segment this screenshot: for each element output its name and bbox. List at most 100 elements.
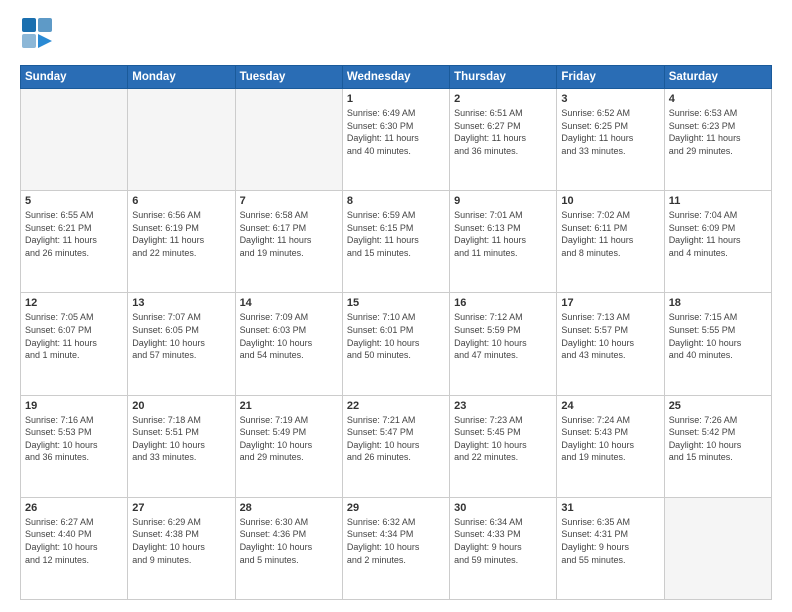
day-info: Sunrise: 7:12 AM Sunset: 5:59 PM Dayligh… xyxy=(454,311,552,361)
day-number: 4 xyxy=(669,93,767,105)
header xyxy=(20,16,772,55)
calendar-cell: 2Sunrise: 6:51 AM Sunset: 6:27 PM Daylig… xyxy=(450,89,557,191)
day-info: Sunrise: 7:15 AM Sunset: 5:55 PM Dayligh… xyxy=(669,311,767,361)
calendar-table: SundayMondayTuesdayWednesdayThursdayFrid… xyxy=(20,65,772,600)
calendar-cell: 3 Sunrise: 6:52 AM Sunset: 6:25 PM Daylig… xyxy=(557,89,664,191)
day-header-sunday: Sunday xyxy=(21,66,128,89)
day-header-thursday: Thursday xyxy=(450,66,557,89)
calendar-cell: 13 Sunrise: 7:07 AM Sunset: 6:05 PM Dayli… xyxy=(128,293,235,395)
calendar-cell: 23 Sunrise: 7:23 AM Sunset: 5:45 PM Dayli… xyxy=(450,395,557,497)
day-info: Sunrise: 6:32 AM Sunset: 4:34 PM Dayligh… xyxy=(347,516,445,566)
logo xyxy=(20,16,58,55)
calendar-week-5: 26 Sunrise: 6:27 AM Sunset: 4:40 PM Dayli… xyxy=(21,497,772,599)
day-number: 29 xyxy=(347,502,445,514)
calendar-cell xyxy=(235,89,342,191)
calendar-header-row: SundayMondayTuesdayWednesdayThursdayFrid… xyxy=(21,66,772,89)
calendar-week-1: 1 Sunrise: 6:49 AM Sunset: 6:30 PM Daylig… xyxy=(21,89,772,191)
calendar-cell xyxy=(128,89,235,191)
day-info: Sunrise: 7:26 AM Sunset: 5:42 PM Dayligh… xyxy=(669,414,767,464)
calendar-cell: 16 Sunrise: 7:12 AM Sunset: 5:59 PM Dayli… xyxy=(450,293,557,395)
day-number: 10 xyxy=(561,195,659,207)
day-header-tuesday: Tuesday xyxy=(235,66,342,89)
day-info: Sunrise: 7:09 AM Sunset: 6:03 PM Dayligh… xyxy=(240,311,338,361)
calendar-cell: 30 Sunrise: 6:34 AM Sunset: 4:33 PM Dayli… xyxy=(450,497,557,599)
day-number: 26 xyxy=(25,502,123,514)
day-number: 30 xyxy=(454,502,552,514)
day-header-wednesday: Wednesday xyxy=(342,66,449,89)
calendar-cell: 11 Sunrise: 7:04 AM Sunset: 6:09 PM Dayli… xyxy=(664,191,771,293)
day-number: 1 xyxy=(347,93,445,105)
day-info: Sunrise: 6:52 AM Sunset: 6:25 PM Dayligh… xyxy=(561,107,659,157)
day-number: 18 xyxy=(669,297,767,309)
day-info: Sunrise: 6:58 AM Sunset: 6:17 PM Dayligh… xyxy=(240,209,338,259)
day-number: 21 xyxy=(240,400,338,412)
day-info: Sunrise: 7:23 AM Sunset: 5:45 PM Dayligh… xyxy=(454,414,552,464)
calendar-cell: 26 Sunrise: 6:27 AM Sunset: 4:40 PM Dayli… xyxy=(21,497,128,599)
calendar-week-2: 5Sunrise: 6:55 AM Sunset: 6:21 PM Daylig… xyxy=(21,191,772,293)
day-number: 11 xyxy=(669,195,767,207)
day-number: 6 xyxy=(132,195,230,207)
day-number: 28 xyxy=(240,502,338,514)
calendar-cell: 5Sunrise: 6:55 AM Sunset: 6:21 PM Daylig… xyxy=(21,191,128,293)
calendar-week-3: 12Sunrise: 7:05 AM Sunset: 6:07 PM Dayli… xyxy=(21,293,772,395)
day-number: 5 xyxy=(25,195,123,207)
calendar-cell: 1 Sunrise: 6:49 AM Sunset: 6:30 PM Daylig… xyxy=(342,89,449,191)
day-number: 25 xyxy=(669,400,767,412)
day-info: Sunrise: 7:05 AM Sunset: 6:07 PM Dayligh… xyxy=(25,311,123,361)
day-number: 3 xyxy=(561,93,659,105)
day-info: Sunrise: 6:53 AM Sunset: 6:23 PM Dayligh… xyxy=(669,107,767,157)
calendar-cell: 18 Sunrise: 7:15 AM Sunset: 5:55 PM Dayli… xyxy=(664,293,771,395)
calendar-cell: 31 Sunrise: 6:35 AM Sunset: 4:31 PM Dayli… xyxy=(557,497,664,599)
day-info: Sunrise: 6:49 AM Sunset: 6:30 PM Dayligh… xyxy=(347,107,445,157)
day-info: Sunrise: 7:24 AM Sunset: 5:43 PM Dayligh… xyxy=(561,414,659,464)
day-number: 24 xyxy=(561,400,659,412)
calendar-cell: 22 Sunrise: 7:21 AM Sunset: 5:47 PM Dayli… xyxy=(342,395,449,497)
calendar-cell: 12Sunrise: 7:05 AM Sunset: 6:07 PM Dayli… xyxy=(21,293,128,395)
calendar-cell: 6 Sunrise: 6:56 AM Sunset: 6:19 PM Daylig… xyxy=(128,191,235,293)
day-info: Sunrise: 7:16 AM Sunset: 5:53 PM Dayligh… xyxy=(25,414,123,464)
calendar-cell: 27Sunrise: 6:29 AM Sunset: 4:38 PM Dayli… xyxy=(128,497,235,599)
calendar-cell: 10 Sunrise: 7:02 AM Sunset: 6:11 PM Dayli… xyxy=(557,191,664,293)
day-info: Sunrise: 7:19 AM Sunset: 5:49 PM Dayligh… xyxy=(240,414,338,464)
day-number: 8 xyxy=(347,195,445,207)
calendar-cell: 19 Sunrise: 7:16 AM Sunset: 5:53 PM Dayli… xyxy=(21,395,128,497)
day-info: Sunrise: 6:59 AM Sunset: 6:15 PM Dayligh… xyxy=(347,209,445,259)
day-info: Sunrise: 7:02 AM Sunset: 6:11 PM Dayligh… xyxy=(561,209,659,259)
calendar-cell: 4 Sunrise: 6:53 AM Sunset: 6:23 PM Daylig… xyxy=(664,89,771,191)
calendar-cell: 28Sunrise: 6:30 AM Sunset: 4:36 PM Dayli… xyxy=(235,497,342,599)
day-number: 17 xyxy=(561,297,659,309)
day-number: 20 xyxy=(132,400,230,412)
day-number: 13 xyxy=(132,297,230,309)
day-info: Sunrise: 7:21 AM Sunset: 5:47 PM Dayligh… xyxy=(347,414,445,464)
day-number: 31 xyxy=(561,502,659,514)
day-number: 16 xyxy=(454,297,552,309)
calendar-cell: 9Sunrise: 7:01 AM Sunset: 6:13 PM Daylig… xyxy=(450,191,557,293)
day-header-friday: Friday xyxy=(557,66,664,89)
day-info: Sunrise: 7:18 AM Sunset: 5:51 PM Dayligh… xyxy=(132,414,230,464)
day-number: 2 xyxy=(454,93,552,105)
calendar-cell: 8 Sunrise: 6:59 AM Sunset: 6:15 PM Daylig… xyxy=(342,191,449,293)
day-info: Sunrise: 6:56 AM Sunset: 6:19 PM Dayligh… xyxy=(132,209,230,259)
calendar-cell: 17 Sunrise: 7:13 AM Sunset: 5:57 PM Dayli… xyxy=(557,293,664,395)
day-info: Sunrise: 7:07 AM Sunset: 6:05 PM Dayligh… xyxy=(132,311,230,361)
calendar-cell: 7Sunrise: 6:58 AM Sunset: 6:17 PM Daylig… xyxy=(235,191,342,293)
day-info: Sunrise: 6:27 AM Sunset: 4:40 PM Dayligh… xyxy=(25,516,123,566)
day-info: Sunrise: 7:10 AM Sunset: 6:01 PM Dayligh… xyxy=(347,311,445,361)
day-info: Sunrise: 6:29 AM Sunset: 4:38 PM Dayligh… xyxy=(132,516,230,566)
day-info: Sunrise: 7:13 AM Sunset: 5:57 PM Dayligh… xyxy=(561,311,659,361)
page: SundayMondayTuesdayWednesdayThursdayFrid… xyxy=(0,0,792,612)
day-info: Sunrise: 7:04 AM Sunset: 6:09 PM Dayligh… xyxy=(669,209,767,259)
calendar-cell: 25 Sunrise: 7:26 AM Sunset: 5:42 PM Dayli… xyxy=(664,395,771,497)
day-header-saturday: Saturday xyxy=(664,66,771,89)
day-number: 22 xyxy=(347,400,445,412)
calendar-cell: 14 Sunrise: 7:09 AM Sunset: 6:03 PM Dayli… xyxy=(235,293,342,395)
calendar-cell: 21 Sunrise: 7:19 AM Sunset: 5:49 PM Dayli… xyxy=(235,395,342,497)
calendar-cell: 29 Sunrise: 6:32 AM Sunset: 4:34 PM Dayli… xyxy=(342,497,449,599)
day-header-monday: Monday xyxy=(128,66,235,89)
day-number: 15 xyxy=(347,297,445,309)
day-info: Sunrise: 6:35 AM Sunset: 4:31 PM Dayligh… xyxy=(561,516,659,566)
day-number: 23 xyxy=(454,400,552,412)
day-number: 14 xyxy=(240,297,338,309)
day-info: Sunrise: 6:34 AM Sunset: 4:33 PM Dayligh… xyxy=(454,516,552,566)
day-number: 19 xyxy=(25,400,123,412)
